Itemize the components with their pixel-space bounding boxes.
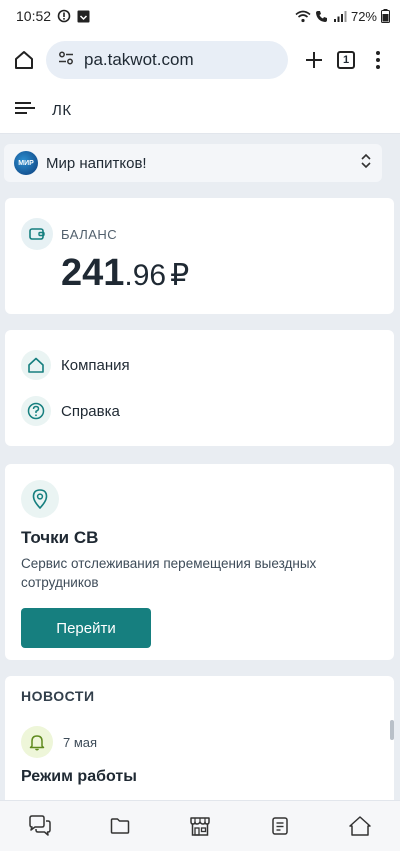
- points-description: Сервис отслеживания перемещения выездных…: [21, 556, 317, 590]
- company-selector[interactable]: МИР Мир напитков!: [4, 144, 382, 182]
- status-bar: 10:52 72%: [0, 0, 400, 32]
- news-item[interactable]: 7 мая: [21, 726, 378, 758]
- menu-item-company-label: Компания: [61, 356, 130, 374]
- store-icon[interactable]: [180, 806, 220, 846]
- notification-download-icon: [77, 10, 90, 23]
- balance-card: БАЛАНС 241 .96 ₽: [5, 198, 394, 314]
- balance-fraction: .96: [124, 259, 167, 292]
- main-content: МИР Мир напитков! БАЛАНС 241 .96 ₽ Компа…: [0, 134, 400, 800]
- site-settings-icon[interactable]: [58, 50, 74, 71]
- url-field[interactable]: pa.takwot.com: [46, 41, 288, 79]
- chat-icon[interactable]: [20, 806, 60, 846]
- balance-value: 241 .96 ₽: [21, 252, 378, 295]
- help-icon: [21, 396, 51, 426]
- page-title: ЛК: [52, 102, 72, 119]
- news-header: НОВОСТИ: [21, 688, 95, 704]
- points-title: Точки СВ: [21, 528, 99, 547]
- chevron-up-down-icon: [360, 153, 372, 173]
- url-text: pa.takwot.com: [84, 50, 194, 69]
- signal-icon: [333, 10, 347, 23]
- company-name: Мир напитков!: [46, 154, 147, 172]
- home-outline-icon: [21, 350, 51, 380]
- menu-item-company[interactable]: Компания: [21, 342, 378, 388]
- news-date: 7 мая: [63, 734, 98, 750]
- battery-percent: 72%: [350, 8, 377, 24]
- points-card: Точки СВ Сервис отслеживания перемещения…: [5, 464, 394, 660]
- battery-icon: [381, 9, 390, 23]
- app-header: ЛК: [0, 88, 400, 134]
- status-time: 10:52: [16, 8, 52, 24]
- menu-icon[interactable]: [14, 100, 36, 121]
- overflow-menu-icon[interactable]: [362, 44, 394, 76]
- balance-currency: ₽: [170, 259, 190, 292]
- company-logo: МИР: [14, 151, 38, 175]
- notification-alert-icon: [57, 9, 71, 23]
- go-button[interactable]: Перейти: [21, 608, 151, 648]
- document-icon[interactable]: [260, 806, 300, 846]
- call-icon: [315, 10, 329, 23]
- wallet-icon: [21, 218, 53, 250]
- menu-item-help[interactable]: Справка: [21, 388, 378, 434]
- home-nav-icon[interactable]: [340, 806, 380, 846]
- tabs-count: 1: [337, 51, 355, 69]
- menu-item-help-label: Справка: [61, 402, 120, 420]
- folder-icon[interactable]: [100, 806, 140, 846]
- bottom-nav: [0, 800, 400, 851]
- menu-card: Компания Справка: [5, 330, 394, 446]
- scrollbar[interactable]: [390, 720, 394, 740]
- home-icon[interactable]: [8, 44, 40, 76]
- bell-icon: [21, 726, 53, 758]
- balance-integer: 241: [61, 252, 125, 294]
- tab-switcher-button[interactable]: 1: [330, 44, 362, 76]
- browser-toolbar: pa.takwot.com 1: [0, 32, 400, 88]
- new-tab-icon[interactable]: [298, 44, 330, 76]
- balance-label: БАЛАНС: [61, 226, 118, 242]
- news-title[interactable]: Режим работы: [21, 768, 378, 786]
- wifi-icon: [295, 10, 311, 23]
- news-card: НОВОСТИ 7 мая Режим работы: [5, 676, 394, 800]
- location-pin-icon: [21, 480, 59, 518]
